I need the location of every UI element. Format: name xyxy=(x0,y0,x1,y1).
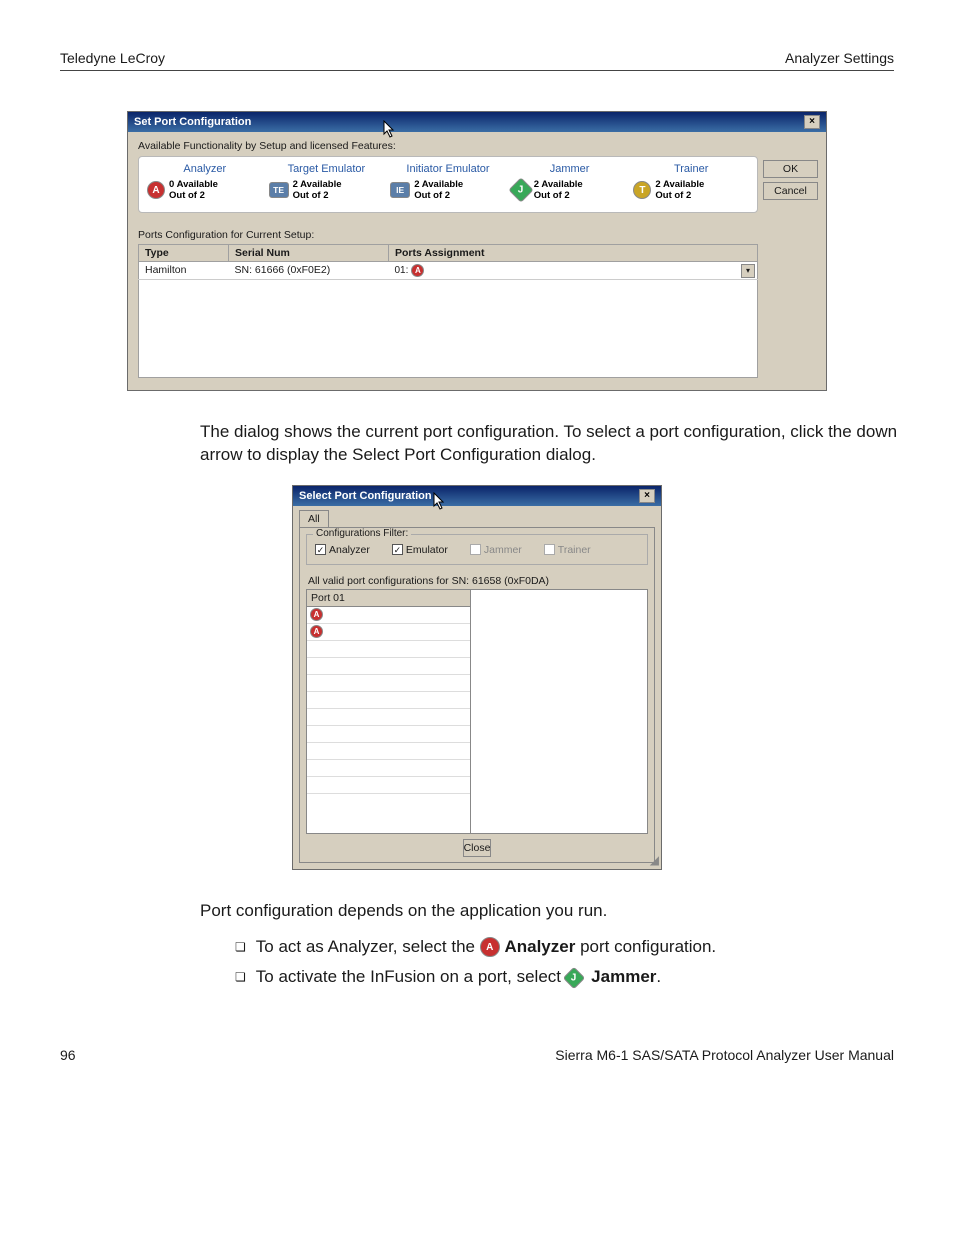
dialog-titlebar: Select Port Configuration × xyxy=(293,486,661,506)
select-port-config-dialog: Select Port Configuration × All Configur… xyxy=(292,485,662,870)
port-list[interactable]: Port 01 A A xyxy=(306,589,471,834)
analyzer-icon: A xyxy=(411,264,424,277)
list-item[interactable]: A xyxy=(307,624,470,641)
cancel-button[interactable]: Cancel xyxy=(763,182,818,200)
cursor-icon xyxy=(433,492,447,510)
page-footer: 96 Sierra M6-1 SAS/SATA Protocol Analyze… xyxy=(60,1047,894,1063)
ports-config-label: Ports Configuration for Current Setup: xyxy=(138,229,816,241)
page-number: 96 xyxy=(60,1047,76,1063)
page-header: Teledyne LeCroy Analyzer Settings xyxy=(60,50,894,71)
chevron-down-icon[interactable]: ▾ xyxy=(741,264,755,278)
close-icon[interactable]: × xyxy=(804,115,820,129)
analyzer-icon: A xyxy=(310,625,323,638)
bullet-icon: ❏ xyxy=(235,970,246,984)
configurations-filter-fieldset: Configurations Filter: ✓Analyzer✓Emulato… xyxy=(306,534,648,565)
checkbox-icon: ✓ xyxy=(315,544,326,555)
manual-title: Sierra M6-1 SAS/SATA Protocol Analyzer U… xyxy=(555,1047,894,1063)
feature-analyzer: Analyzer A 0 AvailableOut of 2 xyxy=(147,163,263,202)
set-port-config-dialog: Set Port Configuration × Available Funct… xyxy=(127,111,827,391)
ok-button[interactable]: OK xyxy=(763,160,818,178)
list-header: Port 01 xyxy=(307,590,470,607)
feature-initiator-emulator: Initiator Emulator IE 2 AvailableOut of … xyxy=(390,163,506,202)
target-emulator-icon: TE xyxy=(269,182,289,198)
dialog-titlebar: Set Port Configuration × xyxy=(128,112,826,132)
dialog-title: Select Port Configuration xyxy=(299,490,432,502)
jammer-icon: J xyxy=(508,178,533,203)
cell-assignment: 01: A ▾ xyxy=(389,261,758,279)
checkbox-trainer: Trainer xyxy=(544,544,591,556)
close-icon[interactable]: × xyxy=(639,489,655,503)
checkbox-emulator[interactable]: ✓Emulator xyxy=(392,544,448,556)
feature-jammer: Jammer J 2 AvailableOut of 2 xyxy=(512,163,628,202)
analyzer-icon: A xyxy=(310,608,323,621)
close-button[interactable]: Close xyxy=(463,839,492,857)
cell-type: Hamilton xyxy=(139,261,229,279)
col-assignment: Ports Assignment xyxy=(389,244,758,261)
feature-trainer: Trainer T 2 AvailableOut of 2 xyxy=(633,163,749,202)
col-type: Type xyxy=(139,244,229,261)
table-row: Hamilton SN: 61666 (0xF0E2) 01: A ▾ xyxy=(139,261,758,279)
preview-pane xyxy=(471,589,648,834)
col-serial: Serial Num xyxy=(229,244,389,261)
checkbox-icon xyxy=(544,544,555,555)
paragraph-1: The dialog shows the current port config… xyxy=(200,421,900,467)
list-item[interactable]: A xyxy=(307,607,470,624)
checkbox-jammer: Jammer xyxy=(470,544,522,556)
ports-grid: Type Serial Num Ports Assignment Hamilto… xyxy=(138,244,758,378)
dialog-title: Set Port Configuration xyxy=(134,116,251,128)
analyzer-icon: A xyxy=(480,937,500,957)
available-functionality-label: Available Functionality by Setup and lic… xyxy=(138,140,816,152)
bullet-jammer: ❏ To activate the InFusion on a port, se… xyxy=(235,967,894,987)
checkbox-analyzer[interactable]: ✓Analyzer xyxy=(315,544,370,556)
valid-configs-label: All valid port configurations for SN: 61… xyxy=(308,575,646,587)
bullet-icon: ❏ xyxy=(235,940,246,954)
checkbox-icon xyxy=(470,544,481,555)
feature-target-emulator: Target Emulator TE 2 AvailableOut of 2 xyxy=(269,163,385,202)
trainer-icon: T xyxy=(633,181,651,199)
header-right: Analyzer Settings xyxy=(785,50,894,66)
checkbox-icon: ✓ xyxy=(392,544,403,555)
paragraph-2: Port configuration depends on the applic… xyxy=(200,900,900,923)
tab-all[interactable]: All xyxy=(299,510,329,527)
resize-grip-icon[interactable]: ◢ xyxy=(650,853,659,867)
initiator-emulator-icon: IE xyxy=(390,182,410,198)
analyzer-icon: A xyxy=(147,181,165,199)
bullet-analyzer: ❏ To act as Analyzer, select the A Analy… xyxy=(235,937,894,958)
header-left: Teledyne LeCroy xyxy=(60,50,165,66)
cell-serial: SN: 61666 (0xF0E2) xyxy=(229,261,389,279)
feature-box: Analyzer A 0 AvailableOut of 2 Target Em… xyxy=(138,156,758,213)
